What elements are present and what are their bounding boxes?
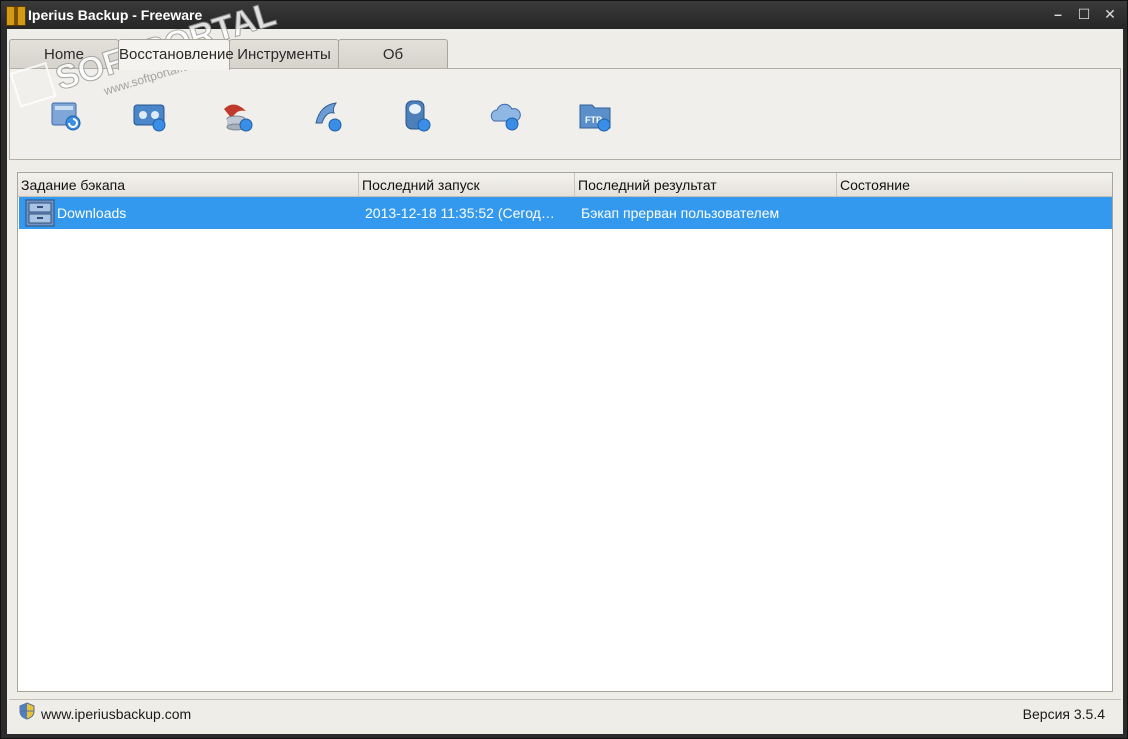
column-header-last-run[interactable]: Последний запуск [359,173,575,197]
job-name: Downloads [57,205,127,221]
restore-tape-icon [133,104,166,132]
window-title: Iperius Backup - Freeware [28,7,203,23]
restore-cloud-icon [490,103,521,131]
table-row[interactable]: Downloads 2013-12-18 11:35:52 (Сегод… Бэ… [19,197,1112,229]
toolbar-panel: FTP [9,68,1121,160]
table-header: Задание бэкапа Последний запуск Последни… [18,173,1112,197]
close-button[interactable]: ✕ [1103,6,1117,22]
version-label: Версия 3.5.4 [1022,706,1105,722]
restore-sql-server-button[interactable] [218,95,258,135]
website-link[interactable]: www.iperiusbackup.com [41,706,191,722]
restore-ftp-button[interactable]: FTP [576,95,616,135]
status-bar: www.iperiusbackup.com Версия 3.5.4 [9,699,1121,725]
tab-tools[interactable]: Инструменты [229,39,339,69]
backup-jobs-table[interactable]: Задание бэкапа Последний запуск Последни… [17,172,1113,692]
shield-icon [19,702,35,720]
restore-tape-button[interactable] [130,95,170,135]
restore-sql-server-icon [224,104,253,132]
restore-postgresql-icon [405,100,431,132]
tab-restore[interactable]: Восстановление [118,39,234,70]
restore-drive-button[interactable] [46,95,86,135]
app-window: Iperius Backup - Freeware – ☐ ✕ Home Вос… [0,0,1128,739]
restore-drive-icon [51,102,81,131]
tab-bar: Home Восстановление Инструменты Об [9,39,448,70]
client-area: Home Восстановление Инструменты Об FTP З… [7,29,1123,734]
restore-cloud-button[interactable] [486,95,526,135]
column-header-last-result[interactable]: Последний результат [575,173,837,197]
restore-mysql-icon [315,102,342,132]
tab-home[interactable]: Home [9,39,119,69]
minimize-button[interactable]: – [1051,6,1065,22]
maximize-button[interactable]: ☐ [1077,6,1091,22]
backup-job-icon [25,199,55,227]
column-header-state[interactable]: Состояние [837,173,1112,197]
restore-postgresql-button[interactable] [396,95,436,135]
app-logo-icon [6,6,26,26]
last-result: Бэкап прерван пользователем [581,205,780,221]
restore-ftp-icon: FTP [579,104,611,132]
title-bar[interactable]: Iperius Backup - Freeware – ☐ ✕ [1,1,1127,29]
tab-about[interactable]: Об [338,39,448,69]
column-header-job[interactable]: Задание бэкапа [18,173,359,197]
last-run: 2013-12-18 11:35:52 (Сегод… [365,205,555,221]
restore-mysql-button[interactable] [308,95,348,135]
